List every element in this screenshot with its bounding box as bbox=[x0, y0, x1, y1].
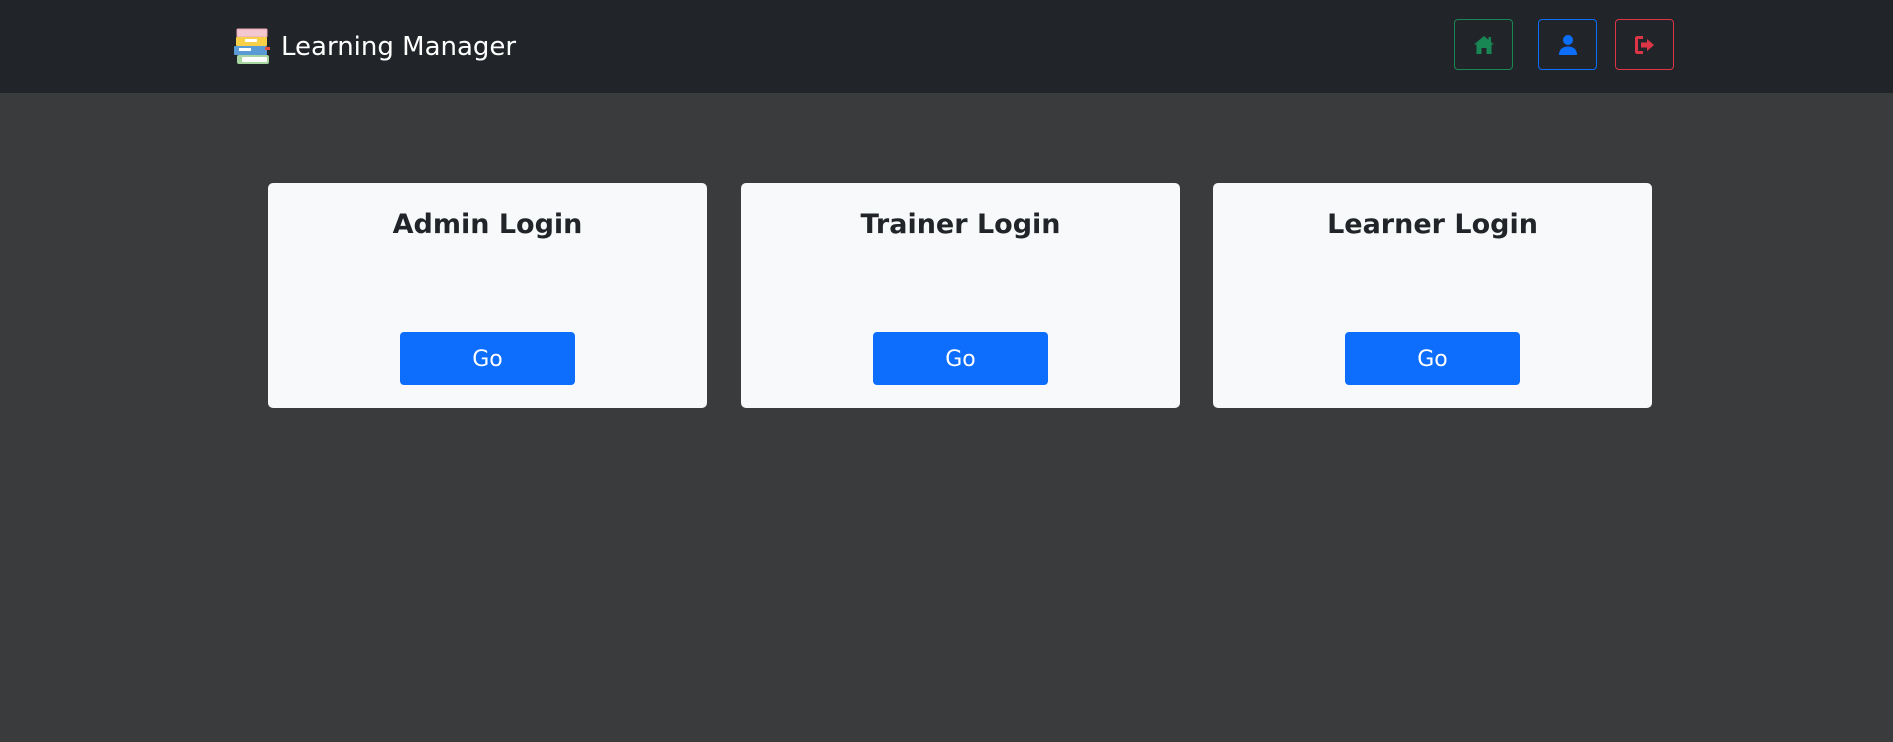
learner-login-card: Learner Login Go bbox=[1213, 183, 1652, 408]
learner-go-button[interactable]: Go bbox=[1345, 332, 1520, 385]
home-button[interactable] bbox=[1454, 19, 1513, 70]
card-title: Trainer Login bbox=[860, 209, 1061, 240]
trainer-go-button[interactable]: Go bbox=[873, 332, 1048, 385]
admin-go-button[interactable]: Go bbox=[400, 332, 575, 385]
top-navbar: Learning Manager bbox=[0, 0, 1893, 93]
logout-button[interactable] bbox=[1615, 19, 1674, 70]
logout-icon bbox=[1634, 35, 1654, 54]
card-title: Admin Login bbox=[392, 209, 583, 240]
profile-button[interactable] bbox=[1538, 19, 1597, 70]
user-icon bbox=[1558, 34, 1577, 55]
admin-login-card: Admin Login Go bbox=[268, 183, 707, 408]
books-stack-icon bbox=[234, 28, 270, 64]
card-title: Learner Login bbox=[1327, 209, 1538, 240]
trainer-login-card: Trainer Login Go bbox=[741, 183, 1180, 408]
brand[interactable]: Learning Manager bbox=[233, 26, 516, 68]
app-title: Learning Manager bbox=[281, 32, 517, 62]
home-icon bbox=[1473, 35, 1494, 54]
